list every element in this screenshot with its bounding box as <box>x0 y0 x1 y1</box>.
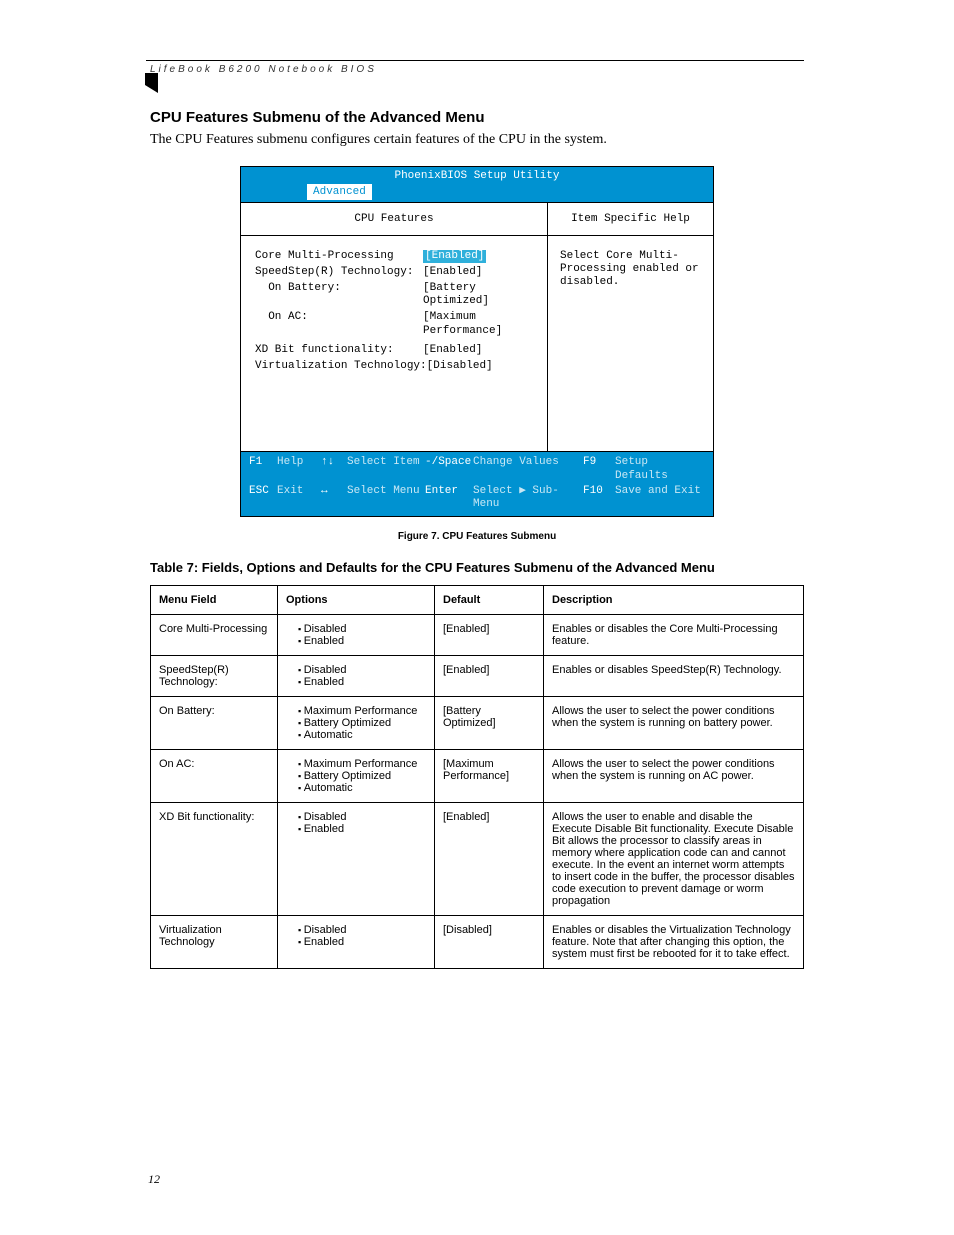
cell-default: [Enabled] <box>435 615 544 656</box>
option-item: Enabled <box>298 635 426 647</box>
bios-setting-value: [Enabled] <box>423 250 486 263</box>
option-item: Disabled <box>298 664 426 676</box>
option-item: Battery Optimized <box>298 770 426 782</box>
cell-options: DisabledEnabled <box>278 803 435 916</box>
cell-default: [Enabled] <box>435 656 544 697</box>
cell-default: [Disabled] <box>435 916 544 969</box>
table-row: Virtualization TechnologyDisabledEnabled… <box>151 916 804 969</box>
bios-help-text: Select Core Multi-Processing enabled or … <box>548 236 713 298</box>
table-caption: Table 7: Fields, Options and Defaults fo… <box>150 560 804 575</box>
option-item: Disabled <box>298 623 426 635</box>
table-row: On AC:Maximum PerformanceBattery Optimiz… <box>151 750 804 803</box>
table-row: XD Bit functionality:DisabledEnabled[Ena… <box>151 803 804 916</box>
bios-setting-label: On AC: <box>255 311 423 337</box>
options-table: Menu Field Options Default Description C… <box>150 585 804 969</box>
th-options: Options <box>278 586 435 615</box>
cell-options: DisabledEnabled <box>278 615 435 656</box>
option-item: Automatic <box>298 782 426 794</box>
bios-section-heading: CPU Features <box>241 203 547 235</box>
cell-options: Maximum PerformanceBattery OptimizedAuto… <box>278 750 435 803</box>
th-menu-field: Menu Field <box>151 586 278 615</box>
intro-text: The CPU Features submenu configures cert… <box>150 132 804 148</box>
bios-setting-value: [Enabled] <box>423 266 482 279</box>
option-item: Enabled <box>298 676 426 688</box>
cell-default: [Maximum Performance] <box>435 750 544 803</box>
bios-setting-value: [Disabled] <box>427 360 493 373</box>
cell-field: On Battery: <box>151 697 278 750</box>
bios-setting-row[interactable]: Virtualization Technology:[Disabled] <box>255 360 539 373</box>
cell-field: XD Bit functionality: <box>151 803 278 916</box>
bios-help-heading: Item Specific Help <box>548 203 713 235</box>
bios-setting-label: On Battery: <box>255 282 423 308</box>
cell-options: DisabledEnabled <box>278 916 435 969</box>
th-description: Description <box>544 586 804 615</box>
cell-field: SpeedStep(R) Technology: <box>151 656 278 697</box>
option-item: Disabled <box>298 811 426 823</box>
cell-field: On AC: <box>151 750 278 803</box>
option-item: Maximum Performance <box>298 705 426 717</box>
bios-setting-label: XD Bit functionality: <box>255 344 423 357</box>
bios-setting-value: [Maximum Performance] <box>423 311 539 337</box>
header-bracket-icon <box>144 73 804 87</box>
bios-setting-row[interactable]: Core Multi-Processing[Enabled] <box>255 250 539 263</box>
cell-description: Enables or disables the Core Multi-Proce… <box>544 615 804 656</box>
cell-field: Virtualization Technology <box>151 916 278 969</box>
cell-options: Maximum PerformanceBattery OptimizedAuto… <box>278 697 435 750</box>
bios-settings-list: Core Multi-Processing[Enabled]SpeedStep(… <box>241 236 547 385</box>
option-item: Maximum Performance <box>298 758 426 770</box>
bios-setting-label: SpeedStep(R) Technology: <box>255 266 423 279</box>
tab-advanced[interactable]: Advanced <box>307 184 372 200</box>
bios-setting-label: Virtualization Technology: <box>255 360 427 373</box>
option-item: Battery Optimized <box>298 717 426 729</box>
option-item: Enabled <box>298 936 426 948</box>
bios-setting-value: [Battery Optimized] <box>423 282 539 308</box>
page-title: CPU Features Submenu of the Advanced Men… <box>150 109 804 126</box>
bios-setting-row[interactable]: XD Bit functionality:[Enabled] <box>255 344 539 357</box>
bios-setting-row[interactable]: SpeedStep(R) Technology:[Enabled] <box>255 266 539 279</box>
cell-default: [Enabled] <box>435 803 544 916</box>
cell-options: DisabledEnabled <box>278 656 435 697</box>
cell-description: Allows the user to select the power cond… <box>544 750 804 803</box>
figure-caption: Figure 7. CPU Features Submenu <box>150 531 804 542</box>
bios-setting-label: Core Multi-Processing <box>255 250 423 263</box>
bios-setting-row[interactable]: On AC:[Maximum Performance] <box>255 311 539 337</box>
bios-menubar: Advanced <box>241 186 713 202</box>
option-item: Disabled <box>298 924 426 936</box>
th-default: Default <box>435 586 544 615</box>
cell-field: Core Multi-Processing <box>151 615 278 656</box>
table-row: Core Multi-ProcessingDisabledEnabled[Ena… <box>151 615 804 656</box>
bios-screenshot: PhoenixBIOS Setup Utility Advanced CPU F… <box>240 166 714 517</box>
bios-footer-keys: F1Help ↑↓Select Item -/SpaceChange Value… <box>241 451 713 516</box>
cell-default: [Battery Optimized] <box>435 697 544 750</box>
table-row: On Battery:Maximum PerformanceBattery Op… <box>151 697 804 750</box>
option-item: Enabled <box>298 823 426 835</box>
cell-description: Allows the user to select the power cond… <box>544 697 804 750</box>
option-item: Automatic <box>298 729 426 741</box>
cell-description: Enables or disables the Virtualization T… <box>544 916 804 969</box>
page-number: 12 <box>148 1172 160 1187</box>
bios-setting-value: [Enabled] <box>423 344 482 357</box>
cell-description: Enables or disables SpeedStep(R) Technol… <box>544 656 804 697</box>
bios-setting-row[interactable]: On Battery:[Battery Optimized] <box>255 282 539 308</box>
cell-description: Allows the user to enable and disable th… <box>544 803 804 916</box>
table-row: SpeedStep(R) Technology:DisabledEnabled[… <box>151 656 804 697</box>
